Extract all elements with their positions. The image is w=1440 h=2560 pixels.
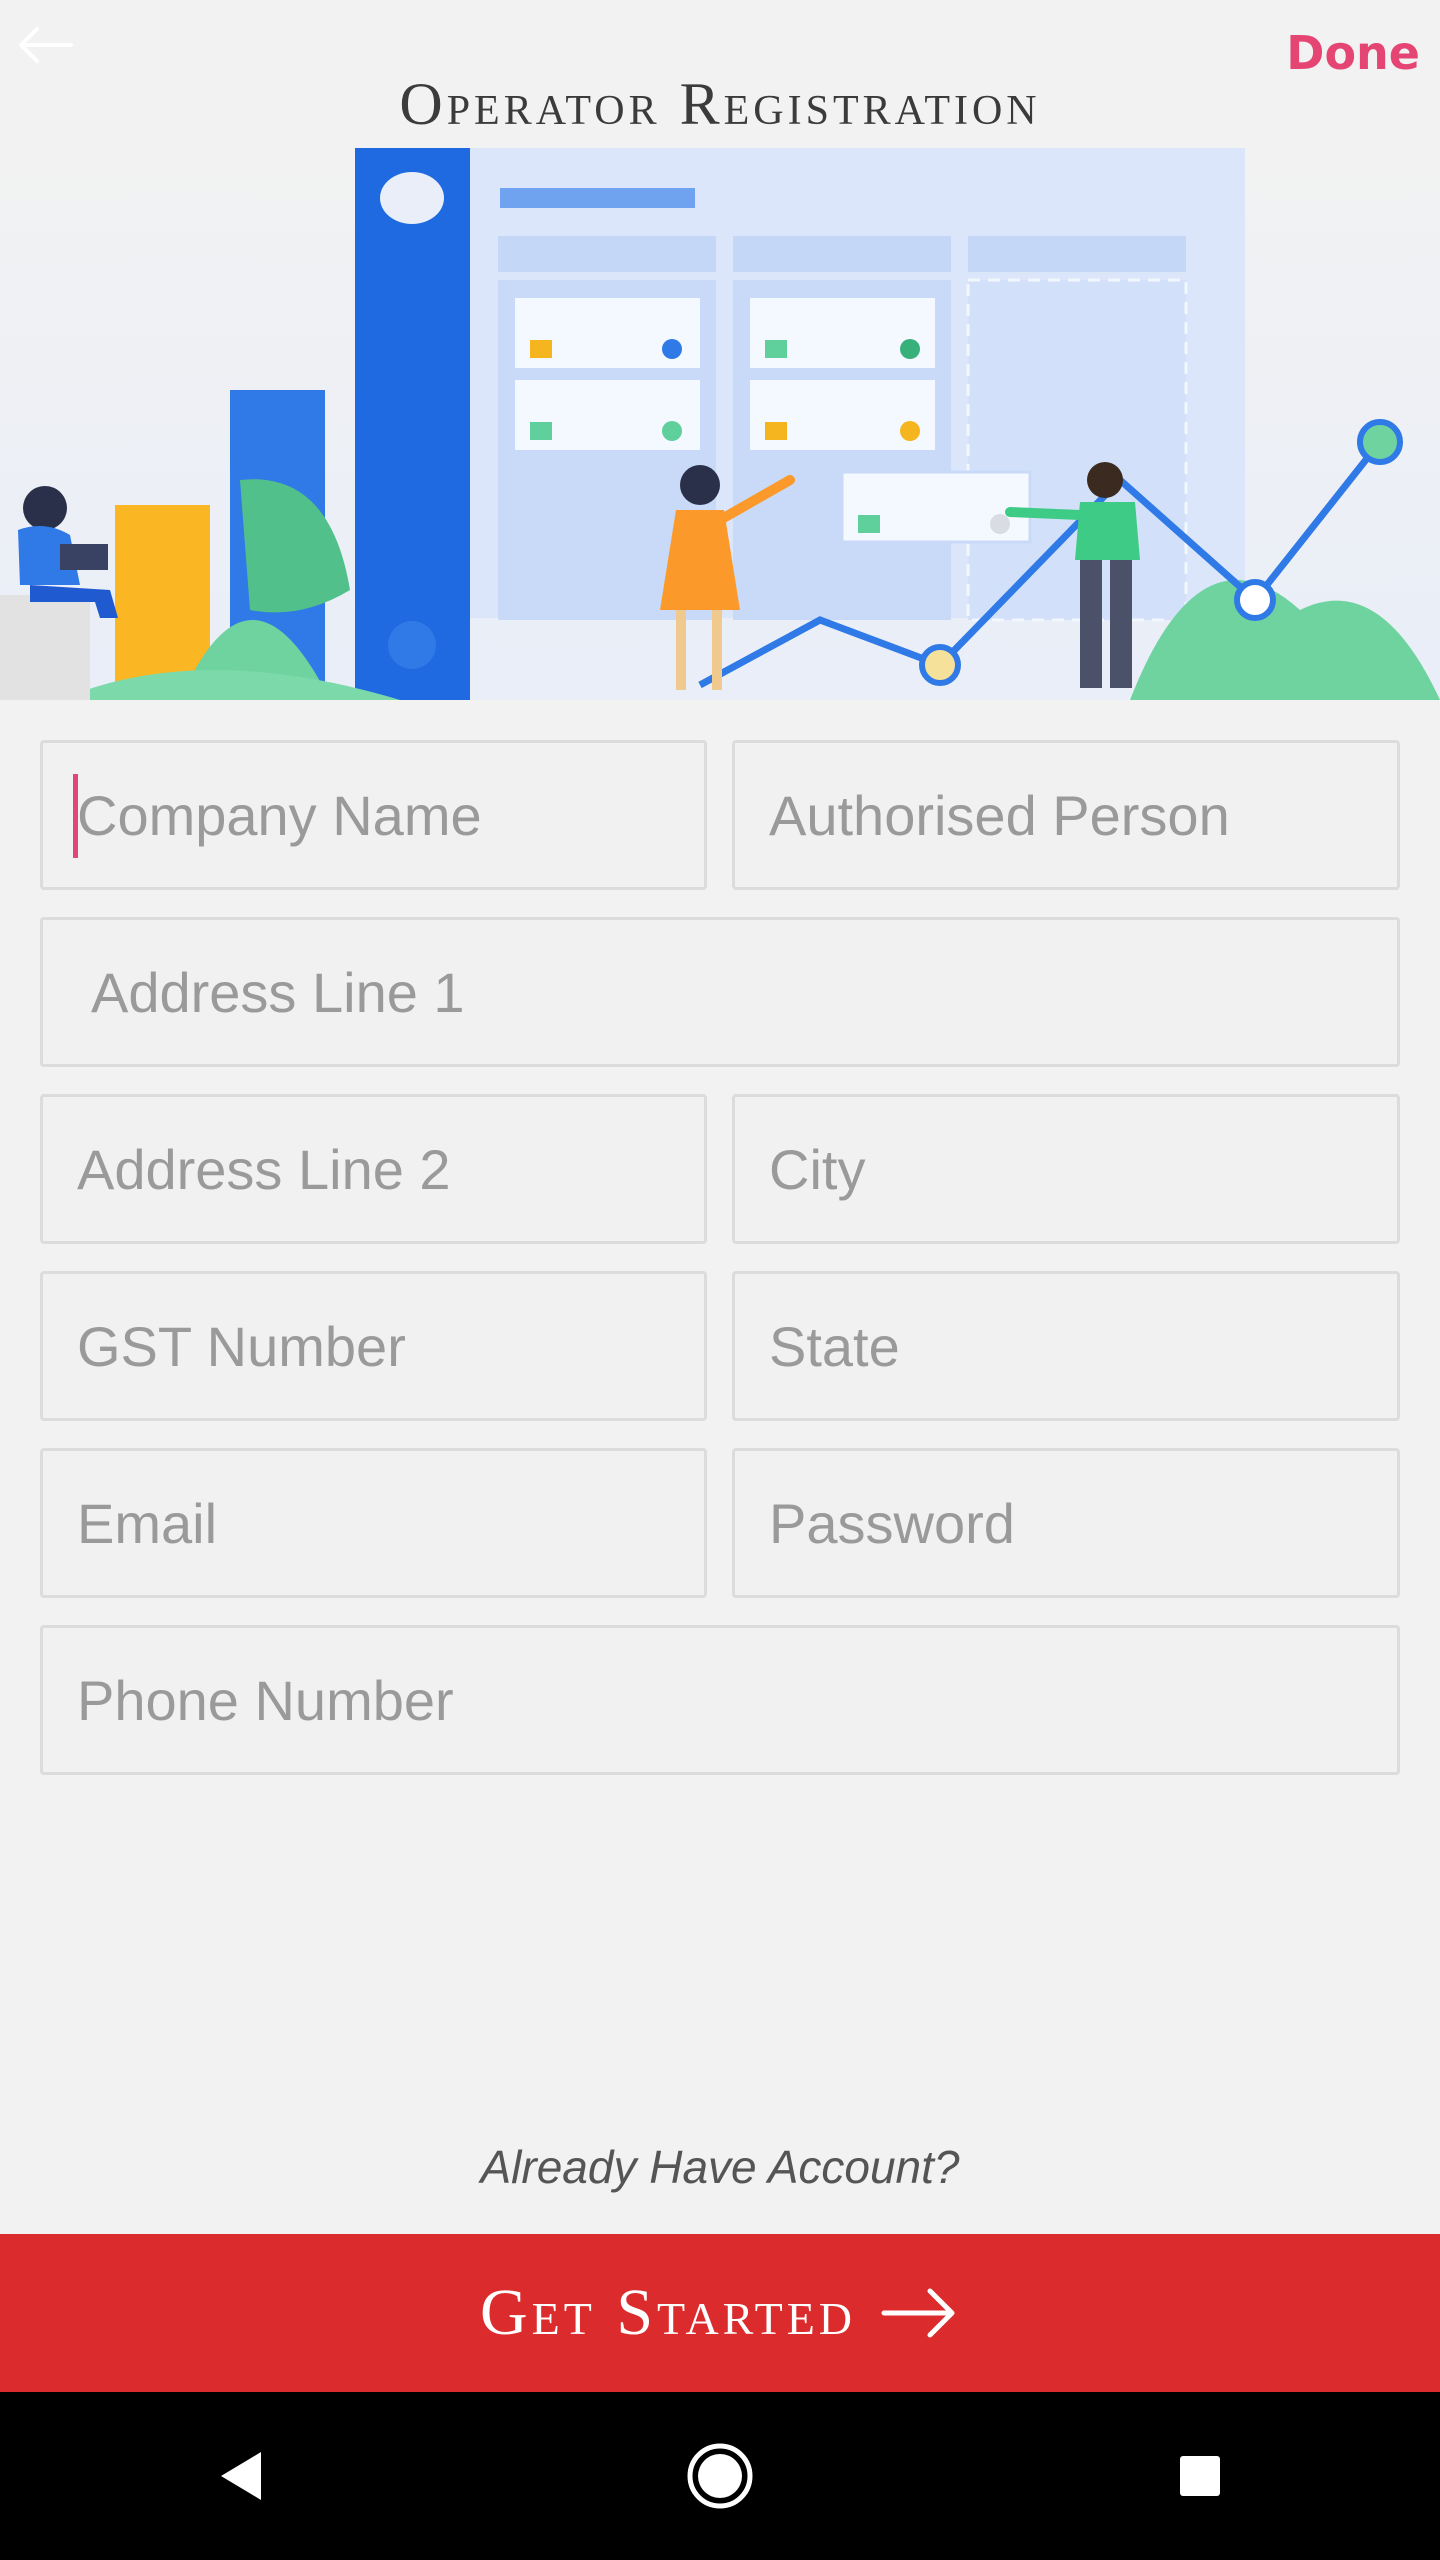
hero-illustration	[0, 140, 1440, 700]
circle-home-icon	[687, 2443, 753, 2509]
square-recent-icon	[1180, 2456, 1220, 2496]
system-navigation-bar	[0, 2392, 1440, 2560]
arrow-left-icon	[19, 27, 73, 63]
company-name-input[interactable]	[40, 740, 707, 890]
get-started-label: Get Started	[479, 2276, 857, 2349]
nav-recent-button[interactable]	[1130, 2406, 1270, 2546]
get-started-button[interactable]: Get Started	[0, 2234, 1440, 2392]
city-input[interactable]	[732, 1094, 1400, 1244]
already-have-account-link[interactable]: Already Have Account?	[0, 2140, 1440, 2194]
nav-home-button[interactable]	[650, 2406, 790, 2546]
address-line-2-input[interactable]	[40, 1094, 707, 1244]
arrow-right-icon	[881, 2288, 955, 2338]
page-title: Operator Registration	[399, 71, 1041, 137]
authorised-person-input[interactable]	[732, 740, 1400, 890]
gst-number-input[interactable]	[40, 1271, 707, 1421]
phone-number-input[interactable]	[40, 1625, 1400, 1775]
state-input[interactable]	[732, 1271, 1400, 1421]
email-input[interactable]	[40, 1448, 707, 1598]
triangle-back-icon	[221, 2452, 261, 2500]
address-line-1-input[interactable]	[40, 917, 1400, 1067]
nav-back-button[interactable]	[170, 2406, 310, 2546]
password-input[interactable]	[732, 1448, 1400, 1598]
text-cursor	[73, 774, 78, 858]
